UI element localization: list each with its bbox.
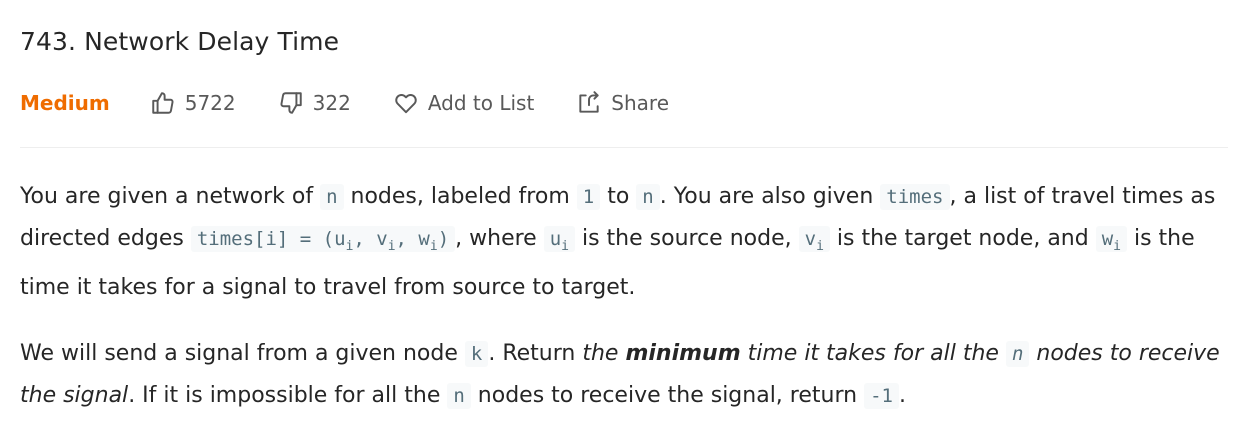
text-span: to: [600, 184, 637, 209]
code-part: , w: [395, 228, 430, 250]
text-span: . If it is impossible for all the: [128, 382, 448, 408]
thumbs-up-icon: [151, 92, 174, 114]
share-label: Share: [611, 91, 670, 115]
code-inline: n: [1005, 340, 1030, 367]
text-span: is the source node,: [575, 226, 799, 251]
thumbs-down-icon: [280, 92, 302, 114]
text-span: the: [582, 340, 626, 366]
code-inline: 1: [576, 184, 601, 210]
share-button[interactable]: Share: [576, 90, 669, 116]
share-icon: [579, 91, 599, 113]
dislike-count: 322: [312, 91, 351, 115]
divider: [20, 147, 1228, 148]
code-subscript: i: [816, 238, 824, 254]
text-span: time it takes for all the: [740, 340, 1006, 366]
heart-icon: [395, 94, 417, 114]
code-part: u: [549, 228, 562, 250]
add-to-list-button[interactable]: Add to List: [393, 90, 534, 116]
text-span: nodes, labeled from: [343, 184, 577, 209]
add-to-list-label: Add to List: [427, 91, 535, 115]
code-part: , v: [353, 228, 388, 250]
code-inline-times-i: times[i] = (ui, vi, wi): [190, 226, 456, 254]
code-inline-u: ui: [543, 226, 575, 254]
like-count: 5722: [184, 91, 236, 115]
problem-meta-row: Medium 5722 322 Add to List Share: [20, 88, 711, 118]
code-inline: k: [464, 340, 489, 367]
code-inline: n: [320, 184, 344, 210]
description-paragraph-2: We will send a signal from a given node …: [20, 333, 1228, 417]
code-subscript: i: [1113, 238, 1121, 254]
code-inline-w: wi: [1095, 226, 1127, 254]
strong-text: minimum: [625, 340, 741, 366]
code-inline-v: vi: [798, 226, 830, 254]
difficulty-badge: Medium: [20, 91, 110, 115]
text-span: You are given a network of: [20, 184, 321, 209]
code-inline: n: [636, 184, 660, 210]
code-subscript: i: [387, 238, 396, 254]
code-part: v: [804, 228, 817, 250]
problem-description: You are given a network of n nodes, labe…: [20, 176, 1228, 442]
dislike-button[interactable]: 322: [278, 90, 351, 116]
text-span: , where: [455, 226, 544, 251]
code-inline: n: [447, 382, 471, 409]
text-span: nodes to receive the signal, return: [470, 382, 865, 408]
code-part: times[i] = (u: [196, 228, 346, 250]
code-part: w: [1101, 228, 1114, 250]
code-inline: times: [880, 184, 950, 210]
like-button[interactable]: 5722: [150, 90, 236, 116]
code-subscript: i: [429, 238, 438, 254]
code-part: ): [437, 228, 450, 250]
problem-title: 743. Network Delay Time: [20, 27, 340, 56]
text-span: We will send a signal from a given node: [20, 340, 465, 366]
text-span: is the target node, and: [829, 226, 1096, 251]
text-span: .: [898, 382, 906, 408]
text-span: . Return: [488, 340, 583, 366]
description-paragraph-1: You are given a network of n nodes, labe…: [20, 176, 1228, 308]
text-span: . You are also given: [659, 184, 881, 209]
code-subscript: i: [561, 238, 569, 254]
code-inline: -1: [864, 382, 899, 409]
